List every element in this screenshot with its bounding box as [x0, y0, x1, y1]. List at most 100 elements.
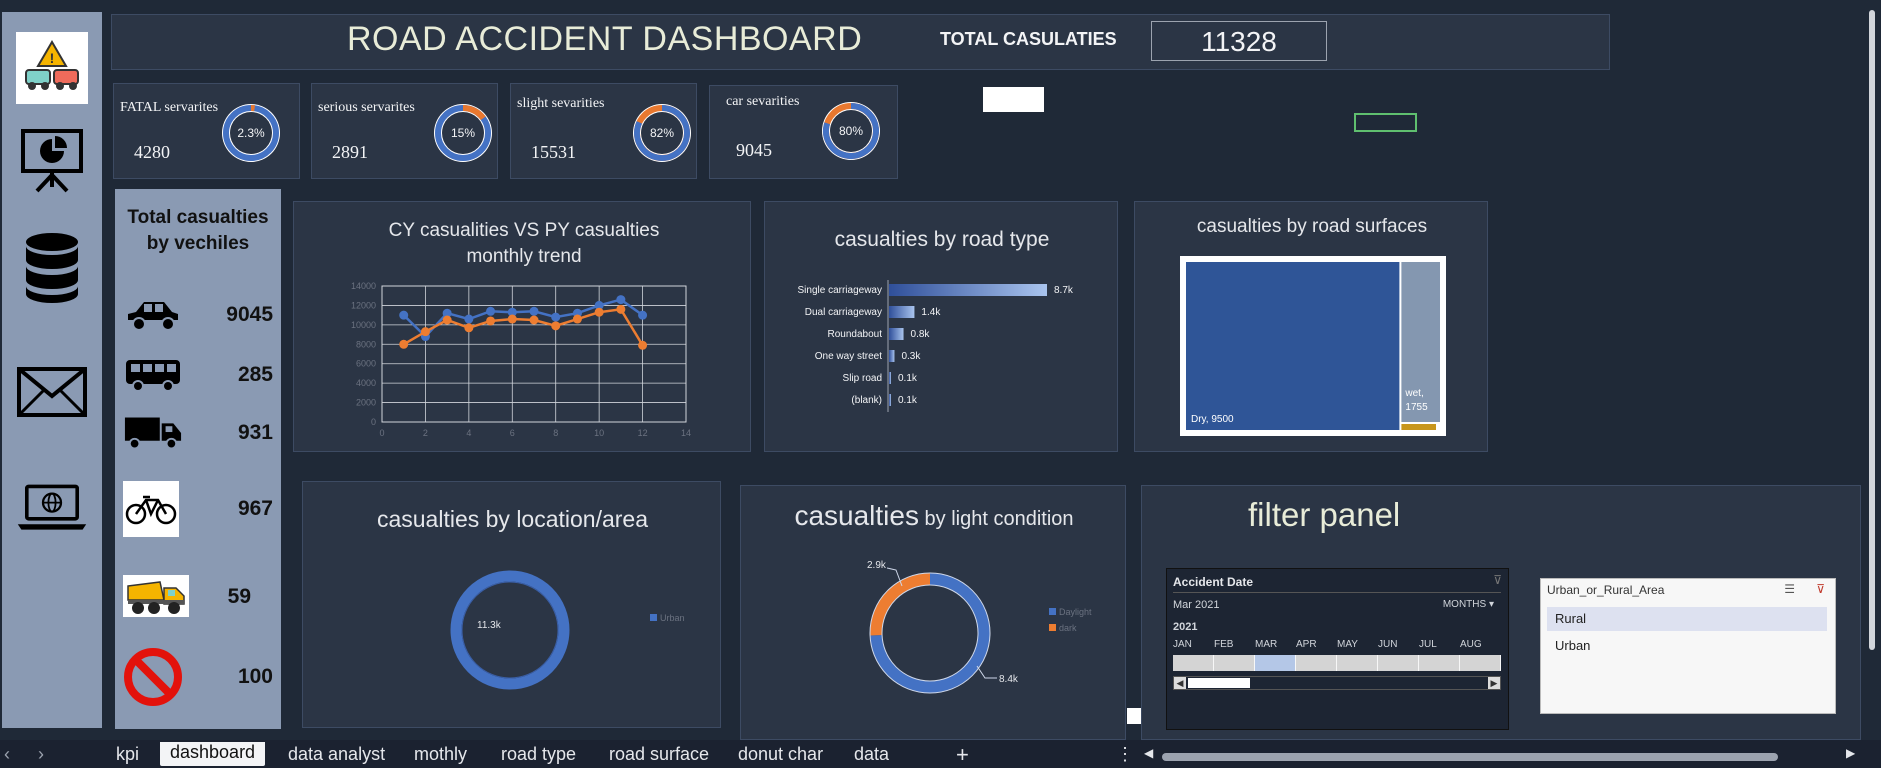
month-label: AUG: [1460, 639, 1482, 650]
date-slicer-header: Accident Date: [1173, 575, 1254, 589]
timeline-month-cell[interactable]: [1460, 655, 1501, 671]
laptop-globe-icon[interactable]: [16, 472, 88, 544]
date-range: Mar 2021: [1173, 599, 1220, 611]
month-label: JAN: [1173, 639, 1192, 650]
tab-kpi[interactable]: kpi: [116, 744, 139, 765]
tab-dashboard[interactable]: dashboard: [160, 742, 266, 766]
kpi-donut: 82%: [633, 104, 691, 162]
selected-cell[interactable]: [1354, 113, 1417, 132]
data-point: [529, 306, 539, 316]
category-label: Single carriageway: [798, 285, 883, 296]
filter-panel: filter panel Accident Date ⊽ Mar 2021 MO…: [1141, 485, 1861, 740]
vehicle-value: 59: [227, 585, 251, 608]
slicer-item-rural[interactable]: Rural: [1547, 607, 1827, 631]
prev-sheet-icon[interactable]: ‹: [4, 744, 10, 765]
area-slicer[interactable]: Urban_or_Rural_Area ☰ ⊽ Rural Urban: [1540, 578, 1836, 714]
sidebar: !: [2, 12, 102, 728]
database-icon[interactable]: [16, 232, 88, 304]
month-label: APR: [1296, 639, 1317, 650]
data-label: 0.8k: [911, 329, 931, 340]
road-surface-chart-panel: casualties by road surfaces Dry, 9500 wet…: [1134, 201, 1488, 452]
timeline-month-cell[interactable]: [1214, 655, 1255, 671]
blank-cell[interactable]: [983, 87, 1044, 112]
kpi-card-serious: serious servarites 2891 15%: [311, 83, 498, 179]
scroll-thumb[interactable]: [1869, 10, 1875, 650]
vehicle-value: 9045: [226, 303, 273, 326]
add-sheet-icon[interactable]: +: [956, 742, 969, 768]
presentation-chart-icon[interactable]: [16, 124, 88, 196]
y-tick-label: 2000: [356, 398, 376, 408]
month-label: MAR: [1255, 639, 1278, 650]
tab-donut-char[interactable]: donut char: [738, 744, 823, 765]
tab-road-surface[interactable]: road surface: [609, 744, 709, 765]
timeline-month-cell[interactable]: [1296, 655, 1337, 671]
mail-icon[interactable]: [16, 356, 88, 428]
data-point: [486, 306, 496, 316]
vertical-scrollbar[interactable]: [1867, 10, 1877, 650]
series-line: [403, 307, 644, 346]
kpi-card-slight: slight sevarities 15531 82%: [510, 83, 697, 179]
treemap-tile: [1186, 262, 1400, 430]
donut-label: 2.3%: [237, 126, 265, 140]
trend-chart: 0 2000 4000 6000 8000 10000 12000 14000 0 2 4 6 8 10 1…: [351, 281, 691, 438]
horizontal-scrollbar[interactable]: [1162, 753, 1778, 761]
data-point: [507, 314, 517, 324]
blank-cell[interactable]: [1127, 708, 1141, 724]
x-tick-label: 12: [638, 428, 648, 438]
location-chart-panel: casualties by location/area 11.3k Urban: [302, 481, 721, 728]
kpi-label: car sevarities: [726, 94, 800, 109]
tile-label: 1755: [1405, 402, 1428, 413]
kpi-value: 15531: [531, 142, 576, 162]
time-level-label: MONTHS: [1442, 599, 1487, 610]
road-type-chart: Single carriageway 8.7k Dual carriageway 1.…: [798, 280, 1074, 412]
data-label: 0.1k: [898, 373, 918, 384]
timeline-month-cell[interactable]: [1173, 655, 1214, 671]
clear-filter-icon[interactable]: ⊽: [1816, 582, 1825, 596]
data-point: [399, 310, 409, 320]
timeline-bar[interactable]: [1173, 655, 1501, 671]
scroll-thumb[interactable]: [1188, 678, 1250, 688]
clear-filter-icon[interactable]: ⊽: [1493, 573, 1502, 587]
scroll-left-icon[interactable]: ◀: [1144, 746, 1153, 760]
x-tick-label: 10: [594, 428, 604, 438]
timeline-year: 2021: [1173, 621, 1198, 633]
date-slicer[interactable]: Accident Date ⊽ Mar 2021 MONTHS ▾ 2021 J…: [1166, 568, 1509, 730]
truck-icon: [123, 405, 183, 461]
light-chart-title: casualties by light condition: [741, 500, 1127, 532]
warning-crash-icon[interactable]: !: [16, 32, 88, 104]
vehicle-value: 967: [237, 497, 273, 520]
x-tick-label: 8: [553, 428, 558, 438]
tile-label: wet,: [1404, 388, 1423, 399]
light-donut-chart: 8.4k 2.9k Daylight dark: [867, 560, 1092, 694]
data-point: [572, 314, 582, 324]
tab-data[interactable]: data: [854, 744, 889, 765]
scroll-left-arrow[interactable]: ◀: [1174, 677, 1186, 689]
bus-icon: [123, 347, 183, 403]
timeline-month-cell[interactable]: [1378, 655, 1419, 671]
timeline-scrollbar[interactable]: ◀ ▶: [1173, 676, 1501, 690]
timeline-month-cell[interactable]: [1337, 655, 1378, 671]
timeline-month-cell[interactable]: [1255, 655, 1296, 671]
donut-label: 15%: [451, 126, 475, 140]
next-sheet-icon[interactable]: ›: [38, 744, 44, 765]
tab-data-analyst[interactable]: data analyst: [288, 744, 385, 765]
timeline-month-cell[interactable]: [1419, 655, 1460, 671]
slicer-item-urban[interactable]: Urban: [1547, 634, 1827, 658]
data-label: 11.3k: [477, 620, 502, 631]
more-options-icon[interactable]: ⋮: [1116, 744, 1134, 765]
tab-road-type[interactable]: road type: [501, 744, 576, 765]
header-panel: ROAD ACCIDENT DASHBOARD TOTAL CASULATIES…: [111, 14, 1610, 70]
scroll-right-arrow[interactable]: ▶: [1488, 677, 1500, 689]
category-label: (blank): [851, 395, 882, 406]
tab-mothly[interactable]: mothly: [414, 744, 467, 765]
location-donut-chart: 11.3k Urban: [450, 570, 685, 690]
time-level-dropdown[interactable]: MONTHS ▾: [1443, 599, 1494, 610]
bar: [889, 284, 1047, 296]
data-point: [486, 316, 496, 326]
scroll-right-icon[interactable]: ▶: [1846, 746, 1855, 760]
kpi-card-fatal: FATAL servarites 4280 2.3%: [113, 83, 300, 179]
y-tick-label: 10000: [351, 320, 376, 330]
data-point: [616, 304, 626, 314]
x-tick-label: 0: [379, 428, 384, 438]
multi-select-icon[interactable]: ☰: [1784, 582, 1795, 596]
